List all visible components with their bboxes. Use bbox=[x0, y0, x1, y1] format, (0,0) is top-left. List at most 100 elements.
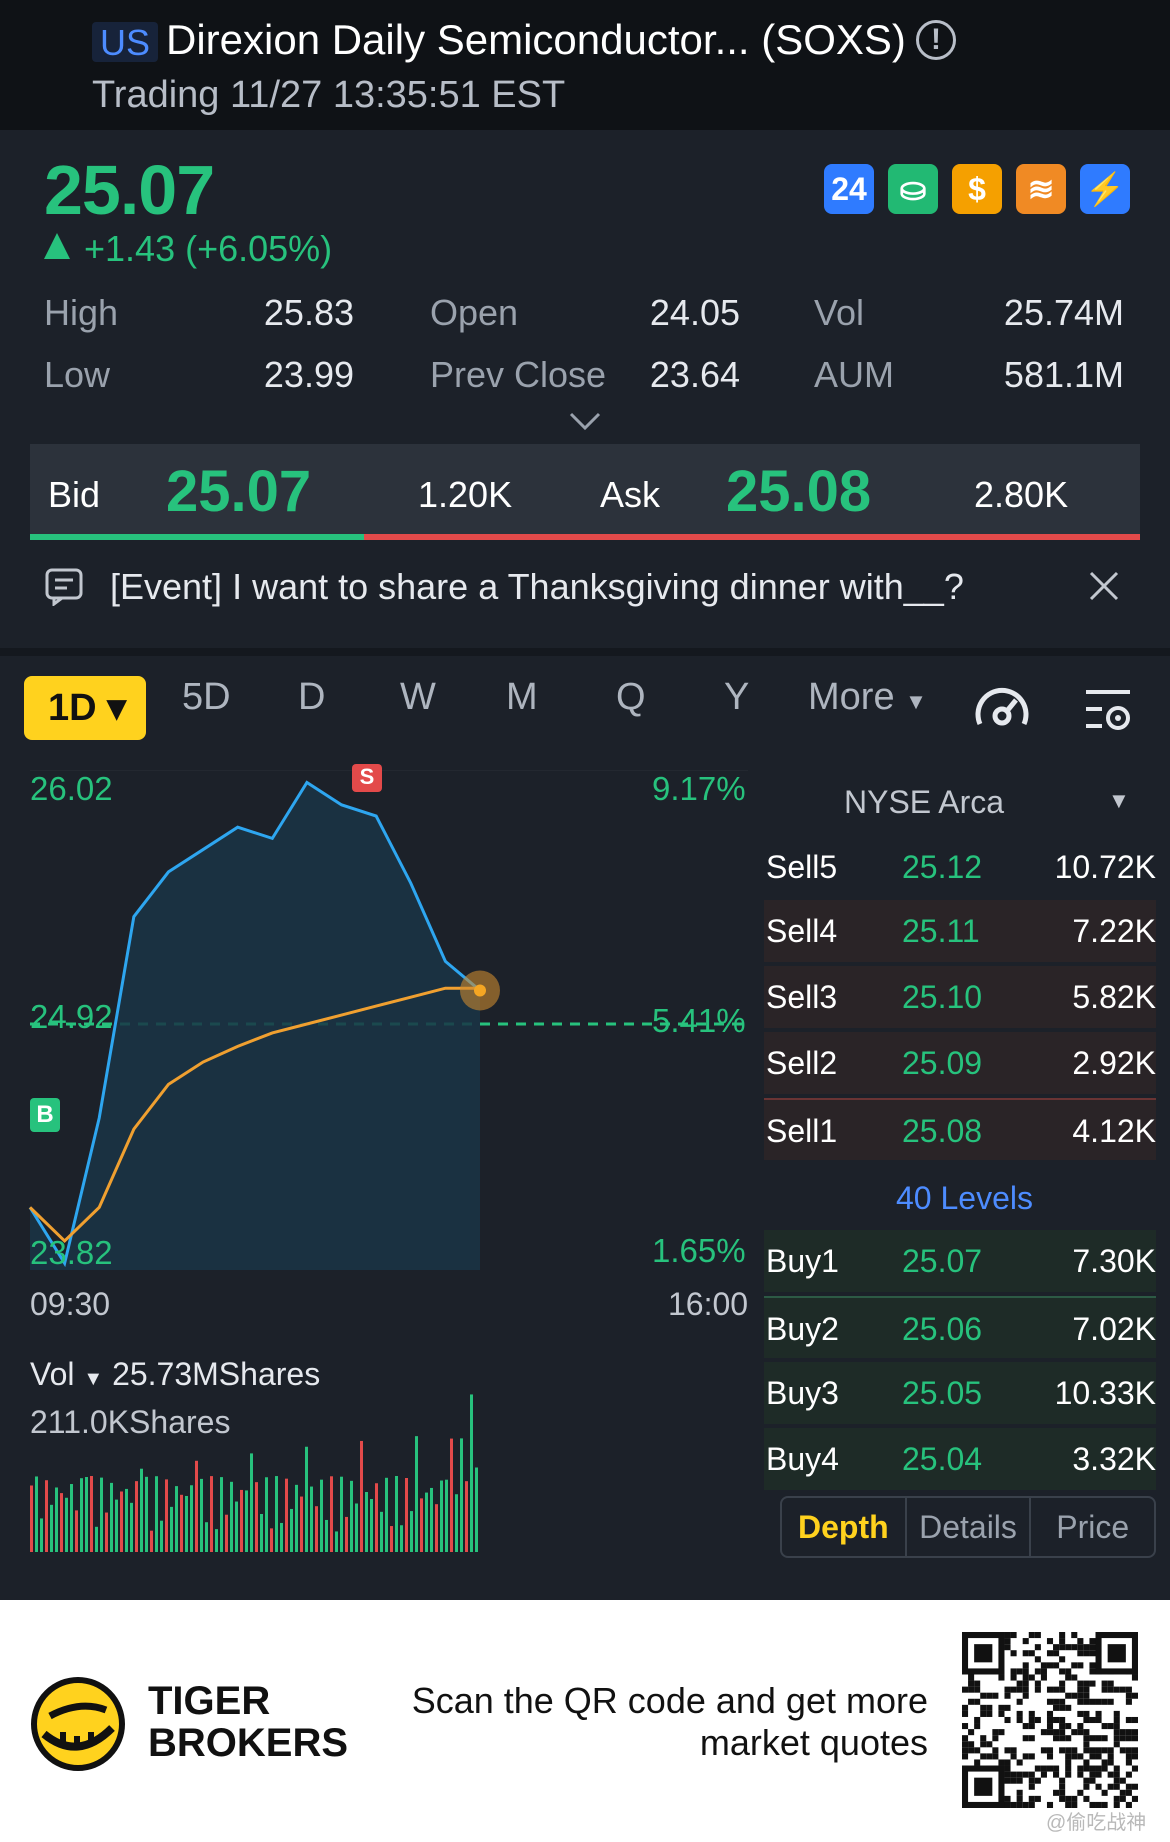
chart-settings-icon[interactable] bbox=[1082, 686, 1134, 732]
stat-value-open: 24.05 bbox=[649, 292, 740, 333]
volume-bar bbox=[115, 1499, 118, 1552]
close-icon[interactable] bbox=[1088, 570, 1120, 602]
volume-bar bbox=[230, 1481, 233, 1552]
buy-marker[interactable]: B bbox=[30, 1098, 60, 1132]
volume-bar bbox=[190, 1485, 193, 1552]
sell-marker[interactable]: S bbox=[352, 764, 382, 792]
stat-value-vol: 25.74M bbox=[1003, 292, 1124, 333]
bid-volume-bar bbox=[30, 534, 364, 540]
volume-bar bbox=[285, 1478, 288, 1552]
stat-value-aum: 581.1M bbox=[1003, 354, 1124, 395]
stat-label-vol: Vol bbox=[814, 292, 865, 333]
last-price: 25.07 bbox=[44, 151, 215, 229]
volume-bar bbox=[430, 1487, 433, 1552]
brand-name: TIGER BROKERS bbox=[148, 1679, 349, 1765]
tab-depth[interactable]: Depth bbox=[782, 1498, 907, 1556]
tiger-logo-icon bbox=[31, 1677, 125, 1771]
volume-bar bbox=[475, 1467, 478, 1552]
volume-bar bbox=[215, 1529, 218, 1552]
volume-bar bbox=[455, 1494, 458, 1552]
qr-code[interactable] bbox=[962, 1632, 1138, 1808]
chevron-down-icon[interactable] bbox=[568, 404, 602, 438]
speedometer-icon[interactable] bbox=[972, 682, 1032, 732]
exchange-dropdown-icon[interactable]: ▼ bbox=[1108, 788, 1130, 814]
buy-row-1: Buy1 25.07 7.30K bbox=[764, 1230, 1156, 1292]
volume-bar bbox=[425, 1492, 428, 1552]
sell-row-5: Sell5 25.12 10.72K bbox=[766, 849, 1156, 885]
volume-bar bbox=[360, 1440, 363, 1552]
volume-bar bbox=[180, 1494, 183, 1552]
volume-bar bbox=[165, 1479, 168, 1552]
hand-coin-icon[interactable]: ⛀ bbox=[888, 164, 938, 214]
stat-label-low: Low bbox=[44, 354, 111, 395]
lightning-icon[interactable]: ⚡ bbox=[1080, 164, 1130, 214]
tab-1d[interactable]: 1D ▾ bbox=[24, 676, 146, 740]
tab-5d[interactable]: 5D bbox=[182, 676, 231, 719]
volume-bar bbox=[80, 1478, 83, 1552]
volume-bar bbox=[325, 1519, 328, 1552]
volume-bar bbox=[470, 1394, 473, 1552]
volume-bar bbox=[170, 1506, 173, 1552]
volume-bar bbox=[385, 1477, 388, 1552]
bid-label: Bid bbox=[48, 474, 101, 515]
volume-bar bbox=[30, 1485, 33, 1552]
orderbook-tabs: Depth Details Price bbox=[780, 1496, 1156, 1558]
volume-bar bbox=[305, 1446, 308, 1552]
volume-bar bbox=[380, 1511, 383, 1552]
volume-bar bbox=[270, 1528, 273, 1552]
volume-bar bbox=[210, 1476, 213, 1552]
tab-details[interactable]: Details bbox=[907, 1498, 1032, 1556]
exchange-name[interactable]: NYSE Arca bbox=[844, 784, 1004, 821]
buy-row-4: Buy4 25.04 3.32K bbox=[764, 1428, 1156, 1490]
stack-icon[interactable]: ≋ bbox=[1016, 164, 1066, 214]
volume-header[interactable]: Vol ▼ 25.73MShares bbox=[30, 1356, 320, 1393]
volume-bar bbox=[35, 1476, 38, 1552]
volume-bar bbox=[255, 1482, 258, 1552]
volume-bar bbox=[130, 1502, 133, 1552]
volume-bar bbox=[375, 1483, 378, 1552]
intraday-price-chart[interactable] bbox=[0, 770, 760, 1560]
tab-more[interactable]: More ▼ bbox=[808, 676, 927, 719]
header-bar: US Direxion Daily Semiconductor... (SOXS… bbox=[0, 0, 1170, 130]
tab-q[interactable]: Q bbox=[616, 676, 646, 719]
volume-bar bbox=[150, 1530, 153, 1552]
volume-bar bbox=[445, 1479, 448, 1552]
pct-low-label: 1.65% bbox=[652, 1232, 746, 1269]
volume-bar bbox=[105, 1512, 108, 1552]
y-axis-mid-label: 24.92 bbox=[30, 998, 113, 1035]
volume-bar bbox=[225, 1514, 228, 1552]
volume-bar bbox=[400, 1525, 403, 1552]
y-axis-high-label: 26.02 bbox=[30, 770, 113, 807]
ask-volume-bar bbox=[364, 534, 1140, 540]
time-start-label: 09:30 bbox=[30, 1286, 111, 1322]
volume-bar bbox=[335, 1531, 338, 1552]
volume-bar bbox=[220, 1477, 223, 1552]
volume-bar bbox=[465, 1481, 468, 1552]
levels-link[interactable]: 40 Levels bbox=[896, 1180, 1033, 1217]
volume-bar bbox=[125, 1488, 128, 1552]
tab-price[interactable]: Price bbox=[1031, 1498, 1154, 1556]
tab-y[interactable]: Y bbox=[724, 676, 749, 719]
volume-bar bbox=[310, 1486, 313, 1552]
volume-bar bbox=[265, 1477, 268, 1552]
volume-bar bbox=[110, 1482, 113, 1552]
info-icon[interactable]: ! bbox=[916, 20, 956, 60]
tab-m[interactable]: M bbox=[506, 676, 538, 719]
tab-w[interactable]: W bbox=[400, 676, 436, 719]
volume-bar bbox=[300, 1496, 303, 1552]
volume-bar bbox=[340, 1476, 343, 1552]
event-banner-text[interactable]: [Event] I want to share a Thanksgiving d… bbox=[110, 566, 964, 608]
tab-d[interactable]: D bbox=[298, 676, 325, 719]
ask-price: 25.08 bbox=[726, 459, 872, 524]
volume-bar bbox=[40, 1518, 43, 1552]
24h-trading-icon[interactable]: 24 bbox=[824, 164, 874, 214]
dollar-icon[interactable]: $ bbox=[952, 164, 1002, 214]
stat-value-prev-close: 23.64 bbox=[649, 354, 740, 395]
volume-bar bbox=[205, 1522, 208, 1552]
feature-icons: 24 ⛀ $ ≋ ⚡ bbox=[824, 164, 1130, 214]
volume-bar bbox=[160, 1520, 163, 1552]
volume-bar bbox=[370, 1499, 373, 1552]
volume-bar bbox=[70, 1484, 73, 1552]
volume-bar bbox=[45, 1480, 48, 1552]
y-axis-low-label: 23.82 bbox=[30, 1234, 113, 1271]
